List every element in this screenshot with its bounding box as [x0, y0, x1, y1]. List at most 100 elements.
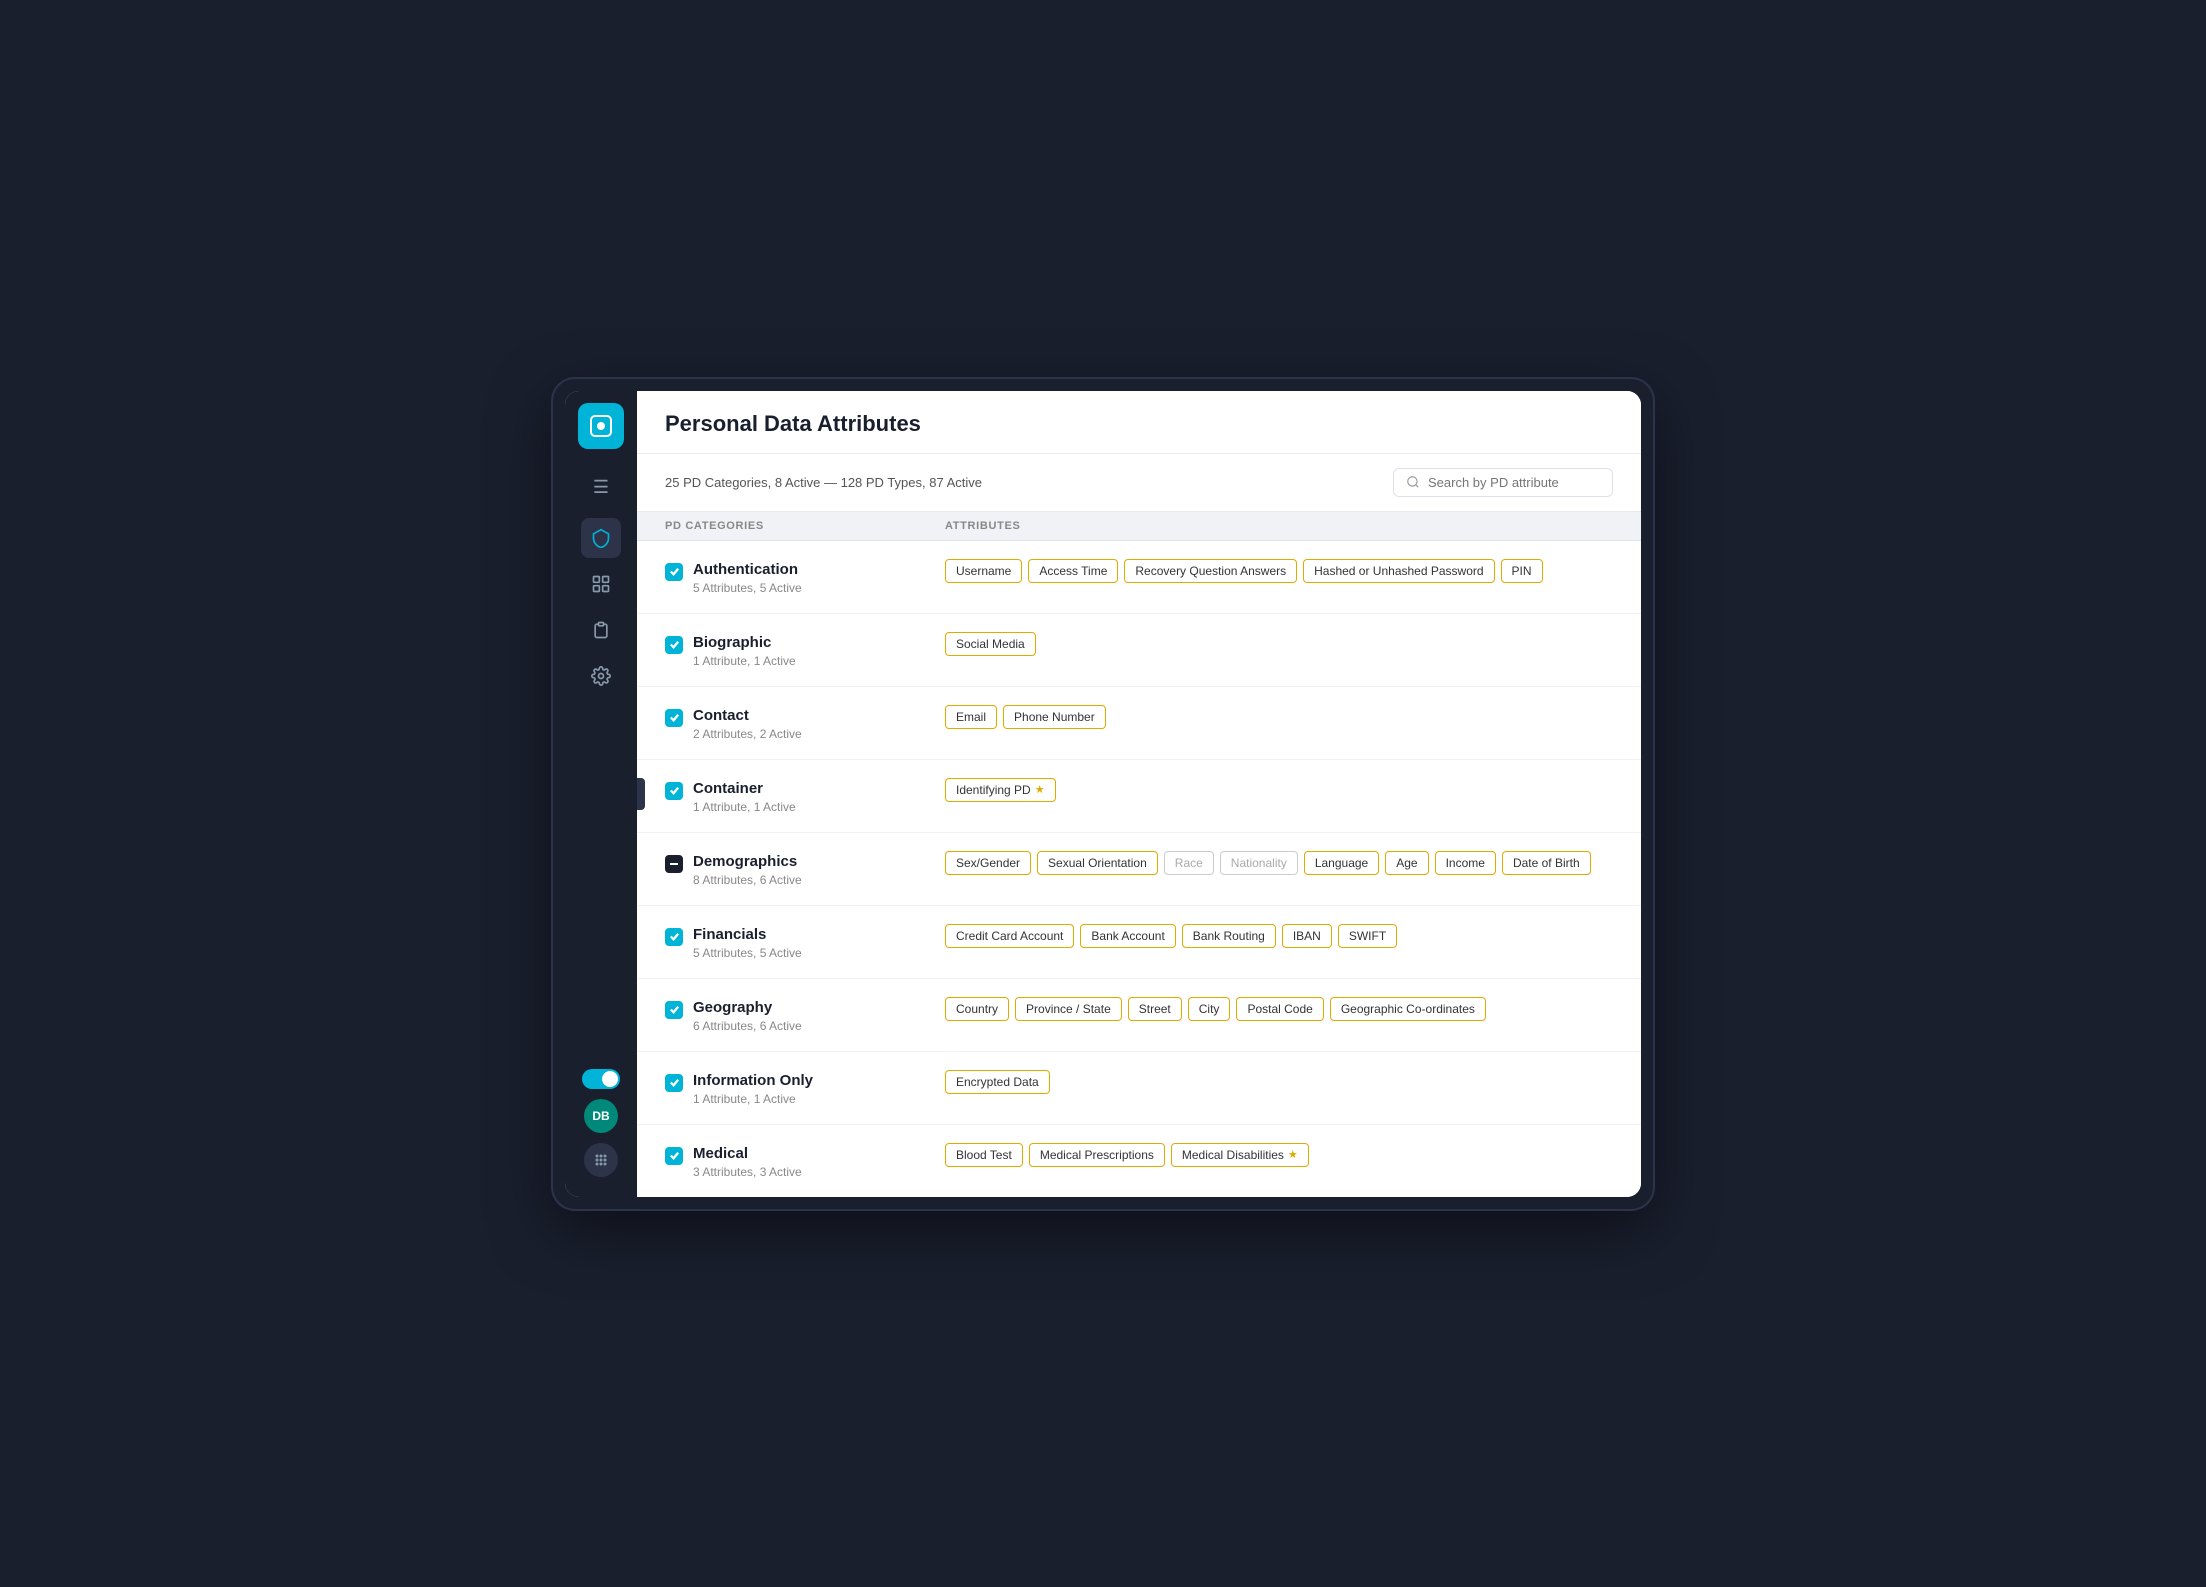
category-info: Biographic 1 Attribute, 1 Active [693, 634, 796, 668]
category-cell: Authentication 5 Attributes, 5 Active [665, 559, 945, 595]
category-info: Medical 3 Attributes, 3 Active [693, 1145, 802, 1179]
attribute-tag[interactable]: IBAN [1282, 924, 1332, 948]
attribute-tag[interactable]: Bank Account [1080, 924, 1175, 948]
attribute-tag[interactable]: Age [1385, 851, 1428, 875]
attribute-tag[interactable]: Date of Birth [1502, 851, 1591, 875]
category-cell: Biographic 1 Attribute, 1 Active [665, 632, 945, 668]
category-meta: 5 Attributes, 5 Active [693, 581, 802, 595]
category-meta: 3 Attributes, 3 Active [693, 1165, 802, 1179]
sidebar: ☰ [565, 391, 637, 1197]
checkbox-checked[interactable] [665, 1001, 683, 1019]
attribute-tag[interactable]: SWIFT [1338, 924, 1397, 948]
attribute-tag[interactable]: Nationality [1220, 851, 1298, 875]
attribute-tag[interactable]: Income [1435, 851, 1496, 875]
table-header: PD CATEGORIES ATTRIBUTES [637, 512, 1641, 541]
page-header: Personal Data Attributes [637, 391, 1641, 454]
attribute-tag[interactable]: City [1188, 997, 1231, 1021]
page-title: Personal Data Attributes [665, 411, 1613, 437]
attributes-cell: CountryProvince / StateStreetCityPostal … [945, 997, 1613, 1021]
category-cell: Information Only 1 Attribute, 1 Active [665, 1070, 945, 1106]
attribute-tag[interactable]: Medical Disabilities★ [1171, 1143, 1309, 1167]
category-name: Medical [693, 1145, 802, 1162]
category-meta: 2 Attributes, 2 Active [693, 727, 802, 741]
checkbox-checked[interactable] [665, 636, 683, 654]
search-icon [1406, 475, 1420, 489]
category-info: Information Only 1 Attribute, 1 Active [693, 1072, 813, 1106]
search-box[interactable] [1393, 468, 1613, 497]
category-name: Information Only [693, 1072, 813, 1089]
content-area: 25 PD Categories, 8 Active — 128 PD Type… [637, 454, 1641, 1197]
attribute-tag[interactable]: Sex/Gender [945, 851, 1031, 875]
attribute-tag[interactable]: Encrypted Data [945, 1070, 1050, 1094]
checkbox-indeterminate[interactable] [665, 855, 683, 873]
checkbox-checked[interactable] [665, 782, 683, 800]
col-header-attributes: ATTRIBUTES [945, 520, 1613, 532]
checkbox-checked[interactable] [665, 709, 683, 727]
main-content: Personal Data Attributes 25 PD Categorie… [637, 391, 1641, 1197]
attribute-tag[interactable]: Street [1128, 997, 1182, 1021]
category-meta: 1 Attribute, 1 Active [693, 1092, 813, 1106]
apps-icon[interactable] [584, 1143, 618, 1177]
sidebar-item-settings[interactable] [581, 656, 621, 696]
category-info: Contact 2 Attributes, 2 Active [693, 707, 802, 741]
checkbox-checked[interactable] [665, 563, 683, 581]
attribute-tag[interactable]: Identifying PD★ [945, 778, 1056, 802]
sidebar-expand-tab[interactable] [637, 778, 645, 810]
attribute-tag[interactable]: Language [1304, 851, 1379, 875]
menu-icon[interactable]: ☰ [585, 469, 617, 506]
attribute-tag[interactable]: Phone Number [1003, 705, 1106, 729]
attributes-cell: Identifying PD★ [945, 778, 1613, 802]
category-info: Authentication 5 Attributes, 5 Active [693, 561, 802, 595]
attribute-tag[interactable]: Hashed or Unhashed Password [1303, 559, 1494, 583]
checkbox-checked[interactable] [665, 1147, 683, 1165]
attribute-tag[interactable]: Email [945, 705, 997, 729]
toolbar: 25 PD Categories, 8 Active — 128 PD Type… [637, 454, 1641, 512]
attribute-tag[interactable]: Country [945, 997, 1009, 1021]
table-row: Geography 6 Attributes, 6 Active Country… [637, 979, 1641, 1052]
sidebar-bottom: DB [582, 1069, 620, 1185]
attribute-tag[interactable]: PIN [1501, 559, 1543, 583]
attribute-tag[interactable]: Province / State [1015, 997, 1122, 1021]
attribute-tag[interactable]: Blood Test [945, 1143, 1023, 1167]
table-row: Contact 2 Attributes, 2 Active EmailPhon… [637, 687, 1641, 760]
category-name: Financials [693, 926, 802, 943]
category-cell: Financials 5 Attributes, 5 Active [665, 924, 945, 960]
attribute-tag[interactable]: Access Time [1028, 559, 1118, 583]
attribute-tag[interactable]: Sexual Orientation [1037, 851, 1158, 875]
attributes-cell: Social Media [945, 632, 1613, 656]
attributes-cell: Blood TestMedical PrescriptionsMedical D… [945, 1143, 1613, 1167]
app-logo [578, 403, 624, 449]
tag-star-icon: ★ [1288, 1148, 1298, 1161]
category-meta: 8 Attributes, 6 Active [693, 873, 802, 887]
attribute-tag[interactable]: Bank Routing [1182, 924, 1276, 948]
attribute-tag[interactable]: Credit Card Account [945, 924, 1074, 948]
theme-toggle[interactable] [582, 1069, 620, 1089]
sidebar-nav [581, 518, 621, 1065]
category-meta: 1 Attribute, 1 Active [693, 800, 796, 814]
attributes-cell: UsernameAccess TimeRecovery Question Ans… [945, 559, 1613, 583]
sidebar-item-clipboard[interactable] [581, 610, 621, 650]
category-meta: 1 Attribute, 1 Active [693, 654, 796, 668]
sidebar-item-grid[interactable] [581, 564, 621, 604]
checkbox-checked[interactable] [665, 928, 683, 946]
category-cell: Medical 3 Attributes, 3 Active [665, 1143, 945, 1179]
search-input[interactable] [1428, 475, 1600, 490]
attribute-tag[interactable]: Social Media [945, 632, 1036, 656]
table-row: Medical 3 Attributes, 3 Active Blood Tes… [637, 1125, 1641, 1197]
attribute-tag[interactable]: Race [1164, 851, 1214, 875]
table-row: Demographics 8 Attributes, 6 Active Sex/… [637, 833, 1641, 906]
attribute-tag[interactable]: Username [945, 559, 1022, 583]
category-info: Geography 6 Attributes, 6 Active [693, 999, 802, 1033]
attribute-tag[interactable]: Medical Prescriptions [1029, 1143, 1165, 1167]
attribute-tag[interactable]: Postal Code [1236, 997, 1323, 1021]
checkbox-checked[interactable] [665, 1074, 683, 1092]
category-name: Demographics [693, 853, 802, 870]
category-cell: Container 1 Attribute, 1 Active [665, 778, 945, 814]
table-row: Container 1 Attribute, 1 Active Identify… [637, 760, 1641, 833]
attribute-tag[interactable]: Geographic Co-ordinates [1330, 997, 1486, 1021]
table-row: Biographic 1 Attribute, 1 Active Social … [637, 614, 1641, 687]
attribute-tag[interactable]: Recovery Question Answers [1124, 559, 1297, 583]
sidebar-item-shield[interactable] [581, 518, 621, 558]
attributes-cell: Credit Card AccountBank Account Bank Rout… [945, 924, 1613, 948]
avatar[interactable]: DB [584, 1099, 618, 1133]
